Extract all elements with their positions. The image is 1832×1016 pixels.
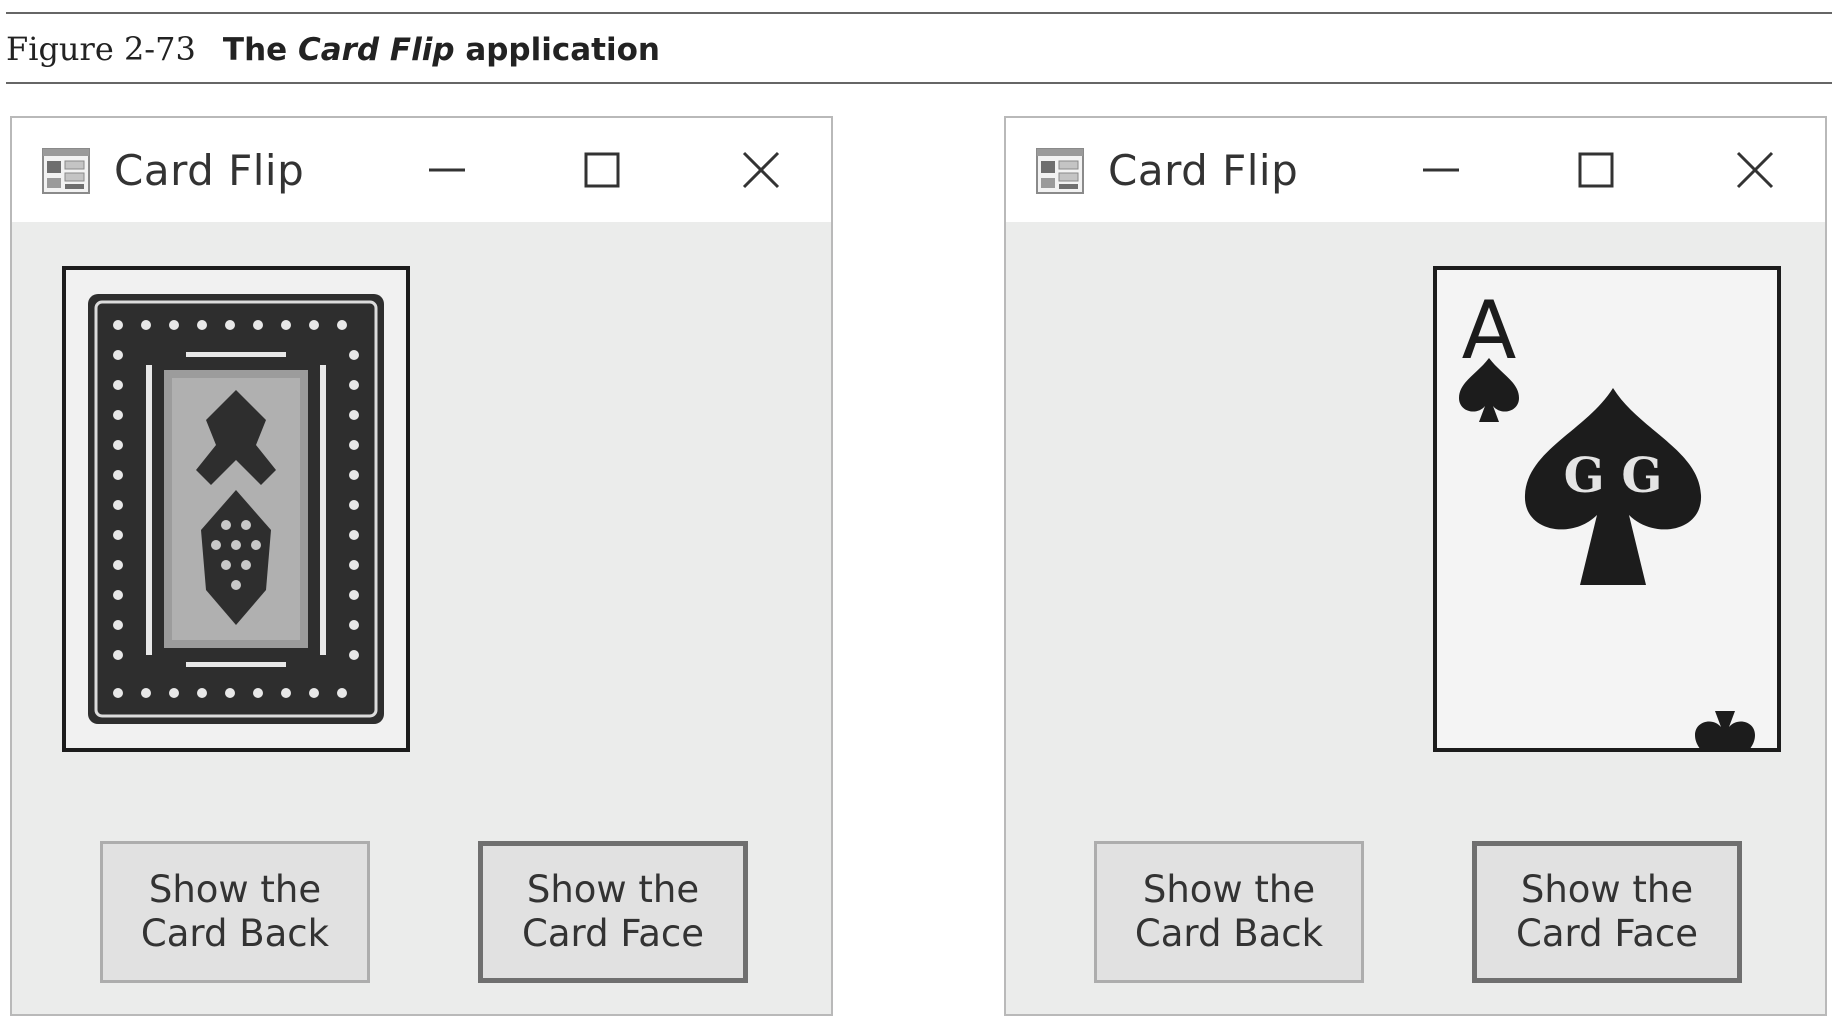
card-back-pattern-icon	[88, 294, 384, 724]
minimize-icon	[429, 168, 465, 172]
title-bar[interactable]: Card Flip	[12, 118, 831, 222]
close-icon	[1736, 151, 1774, 189]
maximize-icon	[1578, 152, 1614, 188]
window-title: Card Flip	[1108, 146, 1299, 195]
close-button[interactable]	[1720, 138, 1790, 202]
figure-number: Figure 2-73	[6, 30, 196, 68]
ace-of-spades-icon: A G G A	[1459, 284, 1755, 748]
card-face-picture: A G G A	[1433, 266, 1781, 752]
maximize-icon	[584, 152, 620, 188]
figure-caption: Figure 2-73 The Card Flip application	[6, 30, 660, 74]
app-form-icon	[1036, 148, 1084, 194]
maximize-button[interactable]	[567, 138, 637, 202]
app-form-icon	[42, 148, 90, 194]
close-icon	[742, 151, 780, 189]
maximize-button[interactable]	[1561, 138, 1631, 202]
show-card-back-button[interactable]: Show the Card Back	[100, 841, 370, 983]
card-flip-window-face: Card Flip A G G A Show theCard Back Show…	[1004, 116, 1827, 1016]
show-card-back-button[interactable]: Show the Card Back	[1094, 841, 1364, 983]
figure-title: The Card Flip application	[222, 32, 660, 68]
top-rule	[6, 12, 1832, 14]
show-card-face-button[interactable]: Show the Card Face	[1472, 841, 1742, 983]
show-card-face-button[interactable]: Show the Card Face	[478, 841, 748, 983]
title-bar[interactable]: Card Flip	[1006, 118, 1825, 222]
caption-rule	[6, 82, 1832, 84]
minimize-icon	[1423, 168, 1459, 172]
card-center-letters: G G	[1564, 448, 1663, 504]
minimize-button[interactable]	[412, 138, 482, 202]
minimize-button[interactable]	[1406, 138, 1476, 202]
card-back-picture	[62, 266, 410, 752]
window-title: Card Flip	[114, 146, 305, 195]
card-flip-window-back: Card Flip Show the Card Back Show the Ca…	[10, 116, 833, 1016]
close-button[interactable]	[726, 138, 796, 202]
